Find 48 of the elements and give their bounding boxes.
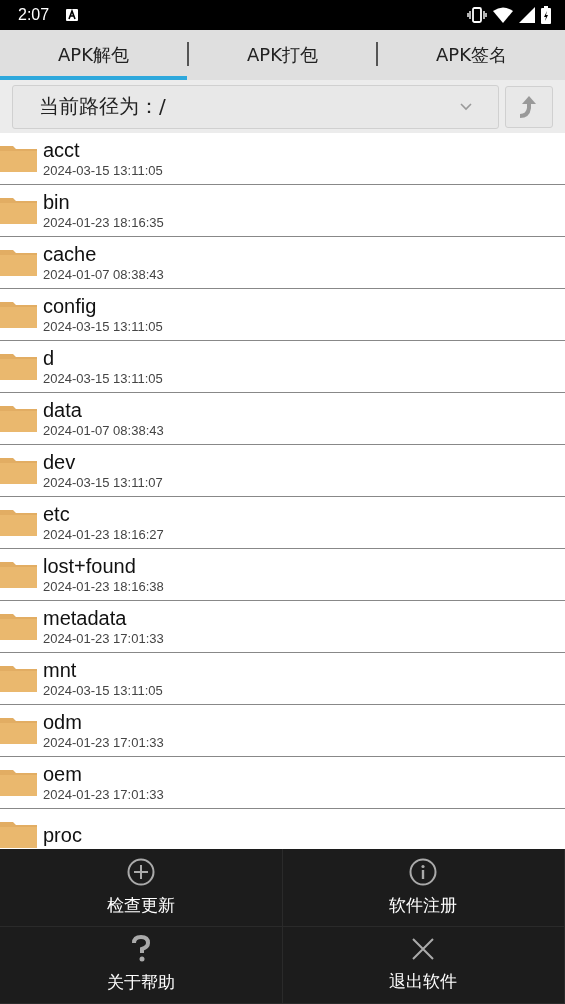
file-name: etc <box>43 501 71 526</box>
menu-item[interactable]: 关于帮助 <box>0 926 283 1004</box>
path-dropdown[interactable]: 当前路径为：/ <box>12 84 499 129</box>
file-date: 2024-01-23 18:16:35 <box>43 213 164 232</box>
file-name: data <box>43 397 83 422</box>
file-name: proc <box>43 822 82 847</box>
file-row[interactable]: config 2024-03-15 13:11:05 <box>0 289 565 341</box>
file-row[interactable]: oem 2024-01-23 17:01:33 <box>0 757 565 809</box>
file-date: 2024-01-23 17:01:33 <box>43 733 164 752</box>
menu-item[interactable]: 软件注册 <box>282 849 565 927</box>
file-row[interactable]: d 2024-03-15 13:11:05 <box>0 341 565 393</box>
file-name: cache <box>43 241 98 266</box>
tab[interactable]: APK签名 <box>378 30 565 80</box>
file-row[interactable]: metadata 2024-01-23 17:01:33 <box>0 601 565 653</box>
file-date: 2024-03-15 13:11:07 <box>43 473 163 492</box>
file-row[interactable]: odm 2024-01-23 17:01:33 <box>0 705 565 757</box>
file-row[interactable]: acct 2024-03-15 13:11:05 <box>0 133 565 185</box>
file-row[interactable]: data 2024-01-07 08:38:43 <box>0 393 565 445</box>
file-row[interactable]: etc 2024-01-23 18:16:27 <box>0 497 565 549</box>
file-date: 2024-01-07 08:38:43 <box>43 421 164 440</box>
file-date: 2024-03-15 13:11:05 <box>43 369 163 388</box>
file-date: 2024-01-23 18:16:27 <box>43 525 164 544</box>
menu-item[interactable]: 退出软件 <box>282 926 565 1004</box>
file-name: acct <box>43 137 81 162</box>
tab[interactable]: APK打包 <box>189 30 376 80</box>
file-name: odm <box>43 709 83 734</box>
file-row[interactable]: lost+found 2024-01-23 18:16:38 <box>0 549 565 601</box>
file-row[interactable]: cache 2024-01-07 08:38:43 <box>0 237 565 289</box>
file-name: dev <box>43 449 77 474</box>
file-date: 2024-03-15 13:11:05 <box>43 161 163 180</box>
file-name: bin <box>43 189 71 214</box>
file-date: 2024-01-23 18:16:38 <box>43 577 164 596</box>
file-name: d <box>43 345 56 370</box>
file-row[interactable]: mnt 2024-03-15 13:11:05 <box>0 653 565 705</box>
file-name: config <box>43 293 98 318</box>
file-date: 2024-01-23 17:01:33 <box>43 785 164 804</box>
file-date: 2024-01-23 17:01:33 <box>43 629 164 648</box>
file-name: metadata <box>43 605 128 630</box>
file-date: 2024-01-07 08:38:43 <box>43 265 164 284</box>
file-row[interactable]: bin 2024-01-23 18:16:35 <box>0 185 565 237</box>
menu-item[interactable]: 检查更新 <box>0 849 283 927</box>
file-name: mnt <box>43 657 78 682</box>
file-name: oem <box>43 761 83 786</box>
file-row[interactable]: dev 2024-03-15 13:11:07 <box>0 445 565 497</box>
file-date: 2024-03-15 13:11:05 <box>43 317 163 336</box>
file-date: 2024-03-15 13:11:05 <box>43 681 163 700</box>
status-time: 2:07 <box>18 6 50 24</box>
file-name: lost+found <box>43 553 137 578</box>
